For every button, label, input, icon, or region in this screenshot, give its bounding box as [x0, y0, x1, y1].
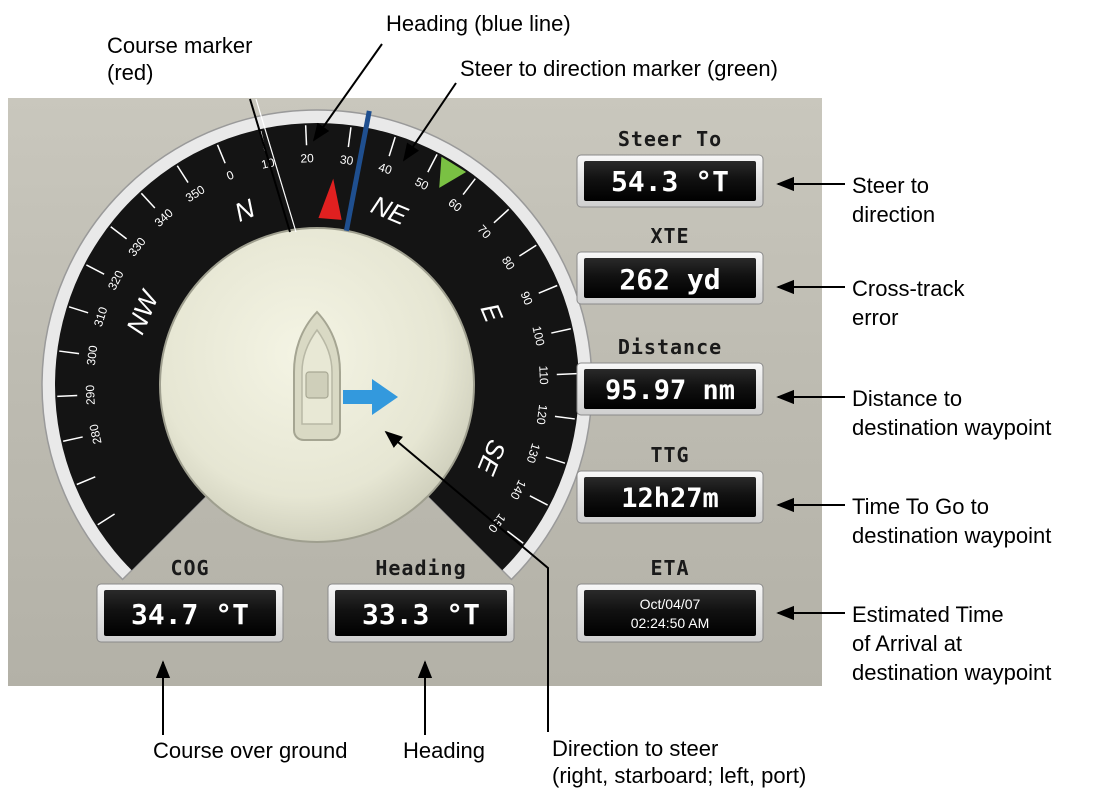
- dial-tick: [57, 394, 78, 398]
- heading-callout: Heading: [403, 738, 485, 763]
- steer-to-label: Steer To: [618, 127, 722, 151]
- dial-tick-label: 110: [536, 365, 551, 385]
- distance-value: 95.97 nm: [605, 375, 735, 406]
- course-marker-callout-2: (red): [107, 60, 153, 85]
- eta-callout-3: destination waypoint: [852, 660, 1051, 685]
- distance-label: Distance: [618, 335, 722, 359]
- steer-to-callout-1: Steer to: [852, 173, 929, 198]
- eta-label: ETA: [650, 556, 689, 580]
- dial-tick-label: 30: [339, 152, 354, 168]
- cog-value: 34.7 °T: [131, 598, 249, 631]
- cog-label: COG: [170, 556, 209, 580]
- heading-label: Heading: [375, 556, 466, 580]
- eta-callout-1: Estimated Time: [852, 602, 1004, 627]
- distance-callout-1: Distance to: [852, 386, 962, 411]
- dial-tick-label: 120: [534, 404, 551, 426]
- ttg-label: TTG: [650, 443, 689, 467]
- eta-date: Oct/04/07: [640, 596, 701, 612]
- dial-tick: [304, 125, 308, 146]
- dial-tick-label: 300: [84, 344, 101, 366]
- steer-marker-callout: Steer to direction marker (green): [460, 56, 778, 81]
- eta-time: 02:24:50 AM: [631, 615, 710, 631]
- steer-to-value: 54.3 °T: [611, 165, 729, 198]
- eta-callout-2: of Arrival at: [852, 631, 962, 656]
- course-marker-callout-1: Course marker: [107, 33, 252, 58]
- ttg-callout-1: Time To Go to: [852, 494, 989, 519]
- xte-callout-2: error: [852, 305, 898, 330]
- heading-value: 33.3 °T: [362, 598, 480, 631]
- dial-tick-label: 290: [83, 384, 98, 405]
- ttg-callout-2: destination waypoint: [852, 523, 1051, 548]
- heading-line-callout: Heading (blue line): [386, 11, 571, 36]
- ttg-value: 12h27m: [621, 483, 719, 514]
- direction-callout-2: (right, starboard; left, port): [552, 763, 806, 788]
- dial-tick: [556, 372, 577, 376]
- cog-callout: Course over ground: [153, 738, 347, 763]
- dial-tick-label: 20: [300, 151, 314, 166]
- xte-label: XTE: [650, 224, 689, 248]
- xte-value: 262 yd: [619, 263, 720, 296]
- distance-callout-2: destination waypoint: [852, 415, 1051, 440]
- steer-to-callout-2: direction: [852, 202, 935, 227]
- direction-callout-1: Direction to steer: [552, 736, 718, 761]
- xte-callout-1: Cross-track: [852, 276, 965, 301]
- diagram-canvas: 280290300310320330340350010 20 30 405060708…: [8, 11, 1051, 788]
